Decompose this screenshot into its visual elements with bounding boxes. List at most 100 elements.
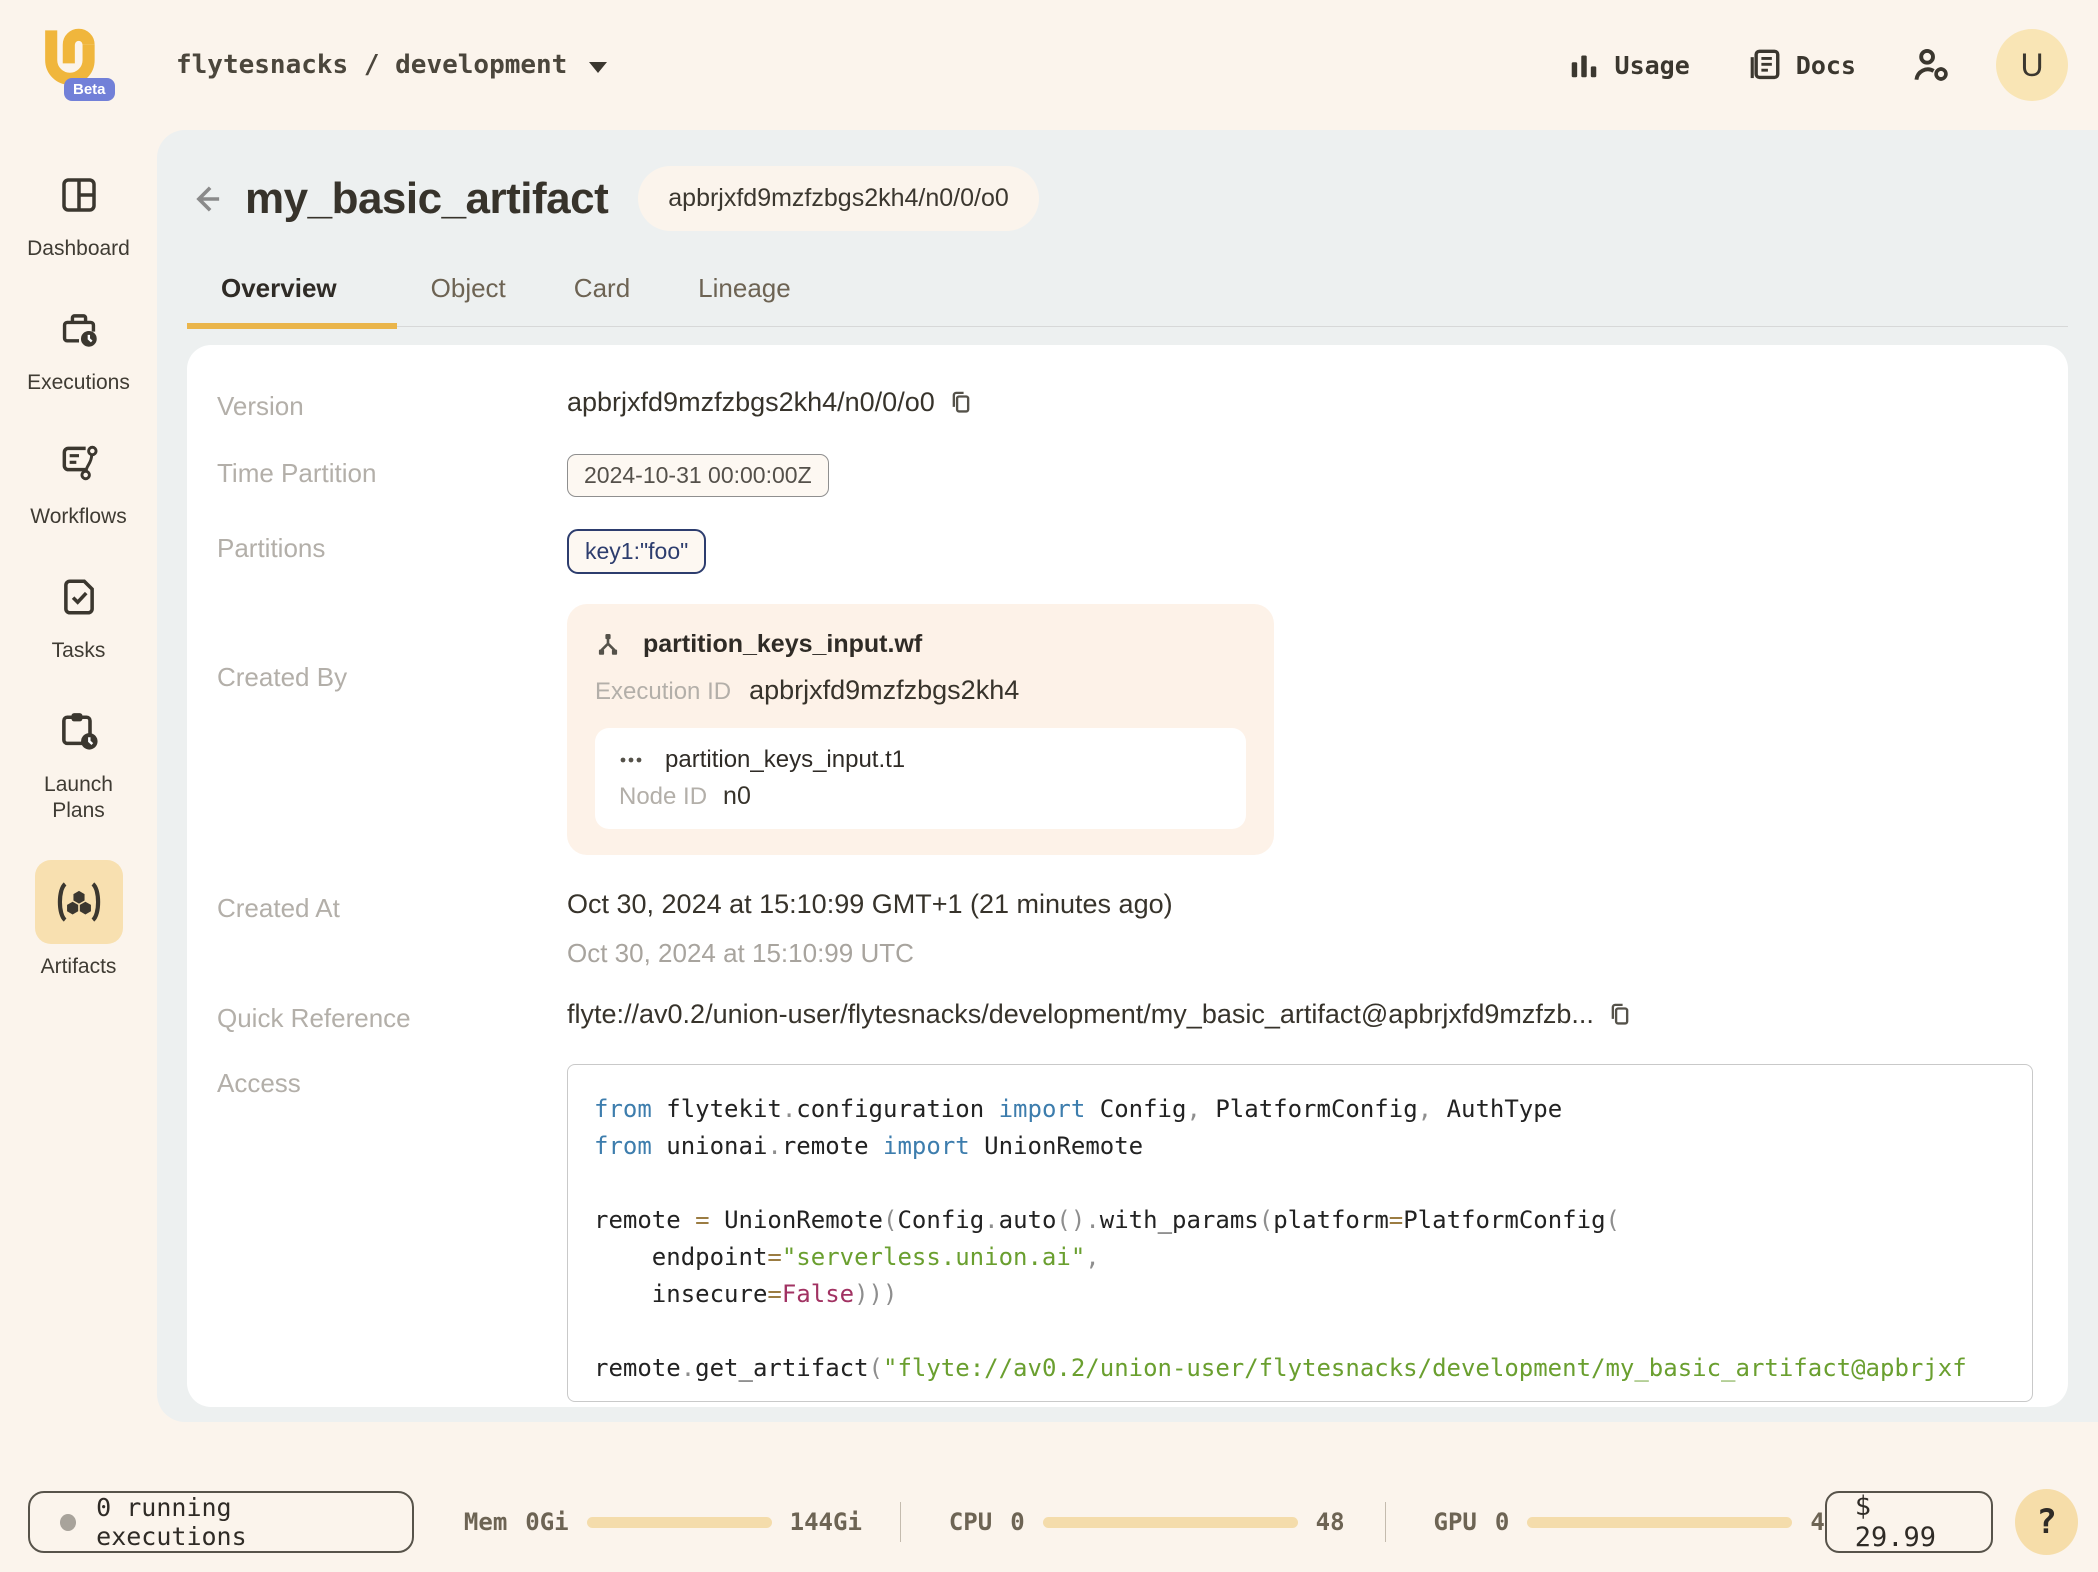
breadcrumb[interactable]: flytesnacks / development bbox=[176, 50, 608, 80]
copy-version-button[interactable] bbox=[949, 390, 973, 416]
gpu-max: 4 bbox=[1810, 1508, 1825, 1536]
task-name: partition_keys_input.t1 bbox=[665, 746, 906, 773]
mem-current: 0Gi bbox=[525, 1508, 569, 1536]
overview-card: Version apbrjxfd9mzfzbgs2kh4/n0/0/o0 Tim… bbox=[187, 345, 2068, 1407]
sidebar-item-launch-plans[interactable]: Launch Plans bbox=[19, 700, 139, 824]
main-panel: my_basic_artifact apbrjxfd9mzfzbgs2kh4/n… bbox=[157, 130, 2098, 1422]
sidebar: Dashboard Executions Workflows Tasks Lau… bbox=[0, 130, 157, 1016]
docs-icon bbox=[1750, 49, 1780, 80]
docs-button[interactable]: Docs bbox=[1746, 48, 1856, 82]
copy-icon bbox=[1611, 1003, 1629, 1025]
cpu-current: 0 bbox=[1010, 1508, 1025, 1536]
execution-id-row: Execution ID apbrjxfd9mzfzbgs2kh4 bbox=[595, 675, 1246, 706]
field-label: Quick Reference bbox=[217, 1003, 411, 1033]
execution-id-label: Execution ID bbox=[595, 678, 732, 705]
usage-button[interactable]: Usage bbox=[1567, 50, 1690, 80]
field-created-at: Created At Oct 30, 2024 at 15:10:99 GMT+… bbox=[217, 889, 2036, 969]
tab-lineage[interactable]: Lineage bbox=[664, 273, 825, 326]
tasks-icon bbox=[63, 579, 94, 615]
artifact-header: my_basic_artifact apbrjxfd9mzfzbgs2kh4/n… bbox=[187, 166, 2068, 231]
mem-bar bbox=[586, 1516, 772, 1528]
cpu-max: 48 bbox=[1315, 1508, 1345, 1536]
breadcrumb-text: flytesnacks / development bbox=[176, 50, 568, 80]
cost-button[interactable]: $ 29.99 bbox=[1824, 1491, 1994, 1553]
mem-label: Mem bbox=[463, 1508, 508, 1536]
sidebar-item-label: Dashboard bbox=[27, 237, 130, 260]
field-label: Time Partition bbox=[217, 458, 377, 488]
execution-id-value: apbrjxfd9mzfzbgs2kh4 bbox=[749, 675, 1020, 705]
divider bbox=[1384, 1502, 1386, 1542]
version-value: apbrjxfd9mzfzbgs2kh4/n0/0/o0 bbox=[567, 387, 935, 417]
field-time-partition: Time Partition 2024-10-31 00:00:00Z bbox=[217, 454, 2036, 497]
cpu-bar bbox=[1042, 1516, 1298, 1528]
user-settings-button[interactable] bbox=[1912, 47, 1952, 83]
field-created-by: Created By partition_keys_input.wf Execu… bbox=[217, 604, 2036, 889]
top-bar-right: Usage Docs U bbox=[1567, 29, 2068, 101]
cpu-meter: CPU 0 48 bbox=[949, 1508, 1345, 1536]
back-arrow-icon bbox=[196, 185, 220, 212]
tab-object[interactable]: Object bbox=[397, 273, 540, 326]
usage-label: Usage bbox=[1614, 50, 1690, 80]
sidebar-item-label: Artifacts bbox=[40, 955, 117, 978]
docs-label: Docs bbox=[1795, 50, 1856, 80]
avatar-initial: U bbox=[2020, 46, 2044, 83]
union-logo[interactable]: Beta bbox=[40, 26, 115, 104]
mem-max: 144Gi bbox=[789, 1508, 862, 1536]
copy-icon bbox=[952, 391, 970, 413]
user-gear-icon bbox=[1914, 48, 1948, 81]
executions-icon bbox=[62, 314, 97, 347]
sidebar-item-label: Workflows bbox=[30, 505, 127, 528]
field-label: Partitions bbox=[217, 533, 326, 563]
back-button[interactable] bbox=[187, 177, 231, 221]
task-card[interactable]: partition_keys_input.t1 Node ID n0 bbox=[595, 728, 1246, 829]
avatar[interactable]: U bbox=[1996, 29, 2068, 101]
sidebar-item-tasks[interactable]: Tasks bbox=[19, 566, 139, 664]
running-executions-pill[interactable]: 0 running executions bbox=[28, 1491, 414, 1553]
cpu-label: CPU bbox=[948, 1508, 993, 1536]
field-label: Created By bbox=[217, 662, 348, 692]
sidebar-item-workflows[interactable]: Workflows bbox=[19, 432, 139, 530]
field-label: Version bbox=[217, 391, 304, 421]
gpu-bar bbox=[1527, 1516, 1793, 1528]
workflow-node-icon bbox=[598, 633, 618, 655]
field-access: Access from flytekit.configuration impor… bbox=[217, 1064, 2036, 1402]
node-id-value: n0 bbox=[723, 782, 751, 810]
created-by-card: partition_keys_input.wf Execution ID apb… bbox=[567, 604, 1274, 855]
chevron-down-icon bbox=[589, 61, 608, 73]
tab-bar: Overview Object Card Lineage bbox=[187, 273, 2068, 329]
sidebar-item-artifacts[interactable]: Artifacts bbox=[19, 860, 139, 980]
sidebar-item-label: Executions bbox=[27, 371, 130, 394]
field-label: Access bbox=[217, 1068, 301, 1098]
partition-chip: key1:"foo" bbox=[567, 529, 707, 574]
field-label: Created At bbox=[217, 893, 340, 923]
field-version: Version apbrjxfd9mzfzbgs2kh4/n0/0/o0 bbox=[217, 387, 2036, 422]
sidebar-item-label: Tasks bbox=[51, 639, 106, 662]
created-at-local: Oct 30, 2024 at 15:10:99 GMT+1 (21 minut… bbox=[567, 889, 1173, 919]
copy-quick-reference-button[interactable] bbox=[1608, 1002, 1632, 1028]
quick-reference-value: flyte://av0.2/union-user/flytesnacks/dev… bbox=[567, 999, 1594, 1029]
gpu-meter: GPU 0 4 bbox=[1434, 1508, 1825, 1536]
workflow-link[interactable]: partition_keys_input.wf bbox=[595, 630, 1246, 659]
beta-badge: Beta bbox=[64, 78, 115, 101]
help-button[interactable]: ? bbox=[2015, 1489, 2079, 1555]
status-dot bbox=[60, 1513, 77, 1531]
code-block[interactable]: from flytekit.configuration import Confi… bbox=[567, 1064, 2033, 1402]
sidebar-item-executions[interactable]: Executions bbox=[19, 298, 139, 396]
gpu-current: 0 bbox=[1494, 1508, 1510, 1536]
page-title: my_basic_artifact bbox=[245, 173, 609, 223]
top-bar: Beta flytesnacks / development Usage Doc… bbox=[0, 0, 2098, 130]
running-executions-text: 0 running executions bbox=[96, 1493, 247, 1551]
sidebar-item-dashboard[interactable]: Dashboard bbox=[19, 164, 139, 262]
time-partition-chip: 2024-10-31 00:00:00Z bbox=[567, 454, 829, 497]
dashboard-icon bbox=[61, 178, 96, 212]
workflows-icon bbox=[62, 445, 98, 481]
task-dots-icon bbox=[620, 757, 642, 763]
version-badge: apbrjxfd9mzfzbgs2kh4/n0/0/o0 bbox=[638, 166, 1039, 231]
bar-chart-icon bbox=[1571, 55, 1596, 78]
status-bar: 0 running executions Mem 0Gi 144Gi CPU 0… bbox=[0, 1489, 2098, 1555]
artifacts-icon bbox=[57, 882, 100, 922]
tab-card[interactable]: Card bbox=[540, 273, 664, 326]
workflow-name: partition_keys_input.wf bbox=[643, 630, 923, 658]
sidebar-item-label: Launch Plans bbox=[44, 773, 113, 822]
tab-overview[interactable]: Overview bbox=[187, 273, 397, 329]
